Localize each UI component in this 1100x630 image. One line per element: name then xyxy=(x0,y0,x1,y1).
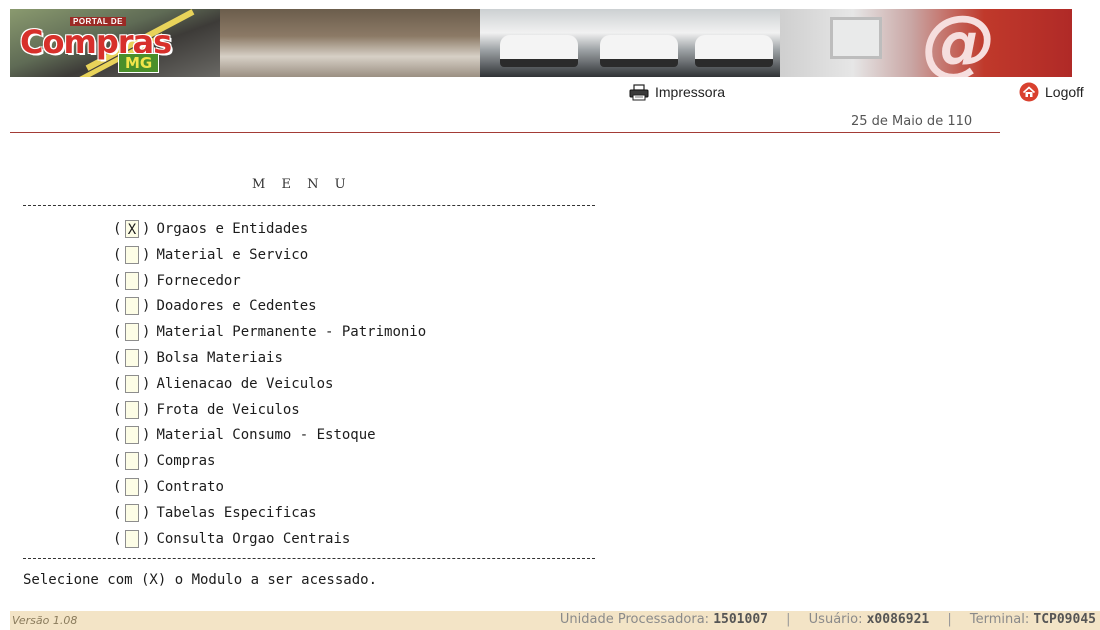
menu-option: () Material Consumo - Estoque xyxy=(113,425,376,445)
option-select-field[interactable] xyxy=(125,478,139,496)
option-label: Consulta Orgao Centrais xyxy=(156,530,351,547)
open-paren: ( xyxy=(113,504,122,521)
logo-region-text: MG xyxy=(118,53,160,73)
print-label: Impressora xyxy=(655,84,726,100)
open-paren: ( xyxy=(113,427,122,444)
option-select-field[interactable]: X xyxy=(125,220,139,238)
status-bar: Versão 1.08 Unidade Processadora: 150100… xyxy=(10,611,1100,630)
menu-option: () Tabelas Especificas xyxy=(113,503,317,523)
at-sign-graphic: @ xyxy=(922,9,996,77)
option-label: Tabelas Especificas xyxy=(156,504,317,521)
option-label: Doadores e Cedentes xyxy=(156,298,317,315)
car-shape xyxy=(600,35,678,67)
header-divider xyxy=(10,132,1000,133)
menu-option: (X) Orgaos e Entidades xyxy=(113,219,308,239)
printer-icon xyxy=(629,83,649,100)
option-label: Material e Servico xyxy=(156,246,309,263)
user-label: Usuário: xyxy=(808,612,863,627)
close-paren: ) xyxy=(142,375,151,392)
print-link[interactable]: Impressora xyxy=(629,83,725,101)
terminal-label: Terminal: xyxy=(969,612,1030,627)
home-icon xyxy=(1019,82,1039,102)
close-paren: ) xyxy=(142,272,151,289)
option-select-field[interactable] xyxy=(125,400,139,419)
option-label: Compras xyxy=(156,453,216,470)
option-label: Fornecedor xyxy=(156,272,241,289)
close-paren: ) xyxy=(142,530,151,547)
option-label: Frota de Veiculos xyxy=(156,401,300,418)
option-select-field[interactable] xyxy=(125,529,139,548)
compras-mg-logo: PORTAL DE Compras MG xyxy=(10,15,200,73)
open-paren: ( xyxy=(113,401,122,418)
open-paren: ( xyxy=(113,530,122,547)
menu-bottom-dashed-rule xyxy=(23,558,595,559)
monitor-shape xyxy=(830,17,882,59)
option-label: Bolsa Materiais xyxy=(156,350,283,366)
menu-option: () Fornecedor xyxy=(113,271,241,291)
option-select-field[interactable] xyxy=(125,245,139,264)
close-paren: ) xyxy=(142,504,151,521)
option-label: Alienacao de Veiculos xyxy=(156,375,334,392)
user-value: x0086921 xyxy=(866,612,930,627)
logoff-label: Logoff xyxy=(1045,84,1084,100)
open-paren: ( xyxy=(113,350,122,366)
option-select-field[interactable] xyxy=(125,452,139,471)
menu-option: () Compras xyxy=(113,451,215,471)
open-paren: ( xyxy=(113,453,122,470)
close-paren: ) xyxy=(142,479,151,495)
version-text: Versão 1.08 xyxy=(12,614,78,627)
menu-option: () Doadores e Cedentes xyxy=(113,296,317,316)
close-paren: ) xyxy=(142,350,151,366)
menu-top-dashed-rule xyxy=(23,205,595,206)
option-select-field[interactable] xyxy=(125,271,139,290)
option-select-field[interactable] xyxy=(125,374,139,393)
close-paren: ) xyxy=(142,453,151,470)
menu-option: () Material Permanente - Patrimonio xyxy=(113,322,426,342)
open-paren: ( xyxy=(113,298,122,315)
car-shape xyxy=(500,35,578,67)
logoff-link[interactable]: Logoff xyxy=(1019,82,1084,102)
open-paren: ( xyxy=(113,479,122,495)
menu-option: () Consulta Orgao Centrais xyxy=(113,529,350,549)
option-label: Orgaos e Entidades xyxy=(156,221,309,237)
menu-title: M E N U xyxy=(252,177,352,192)
menu-instruction: Selecione com (X) o Modulo a ser acessad… xyxy=(23,572,378,588)
menu-option: () Alienacao de Veiculos xyxy=(113,374,333,394)
menu-option: () Bolsa Materiais xyxy=(113,348,283,368)
close-paren: ) xyxy=(142,221,151,237)
banner-vehicles-image xyxy=(480,9,780,77)
option-select-field[interactable] xyxy=(125,323,139,342)
close-paren: ) xyxy=(142,427,151,444)
unit-value: 1501007 xyxy=(713,612,768,627)
menu-option: () Contrato xyxy=(113,477,224,497)
session-info: Unidade Processadora: 1501007 | Usuário:… xyxy=(560,612,1096,627)
terminal-value: TCP09045 xyxy=(1033,612,1096,627)
current-date: 25 de Maio de 110 xyxy=(851,114,973,129)
option-select-field[interactable] xyxy=(125,297,139,316)
close-paren: ) xyxy=(142,401,151,418)
open-paren: ( xyxy=(113,375,122,392)
open-paren: ( xyxy=(113,221,122,237)
option-label: Material Consumo - Estoque xyxy=(156,427,376,444)
unit-label: Unidade Processadora: xyxy=(559,612,710,627)
option-select-field[interactable] xyxy=(125,426,139,445)
menu-option: () Material e Servico xyxy=(113,245,308,265)
open-paren: ( xyxy=(113,272,122,289)
close-paren: ) xyxy=(142,246,151,263)
option-select-field[interactable] xyxy=(125,349,139,367)
open-paren: ( xyxy=(113,324,122,341)
separator: | xyxy=(947,612,952,627)
open-paren: ( xyxy=(113,246,122,263)
separator: | xyxy=(786,612,791,627)
option-label: Contrato xyxy=(156,479,224,495)
menu-option: () Frota de Veiculos xyxy=(113,400,300,420)
option-label: Material Permanente - Patrimonio xyxy=(156,324,427,341)
option-select-field[interactable] xyxy=(125,503,139,522)
close-paren: ) xyxy=(142,298,151,315)
close-paren: ) xyxy=(142,324,151,341)
banner-classroom-image xyxy=(220,9,480,77)
car-shape xyxy=(695,35,773,67)
